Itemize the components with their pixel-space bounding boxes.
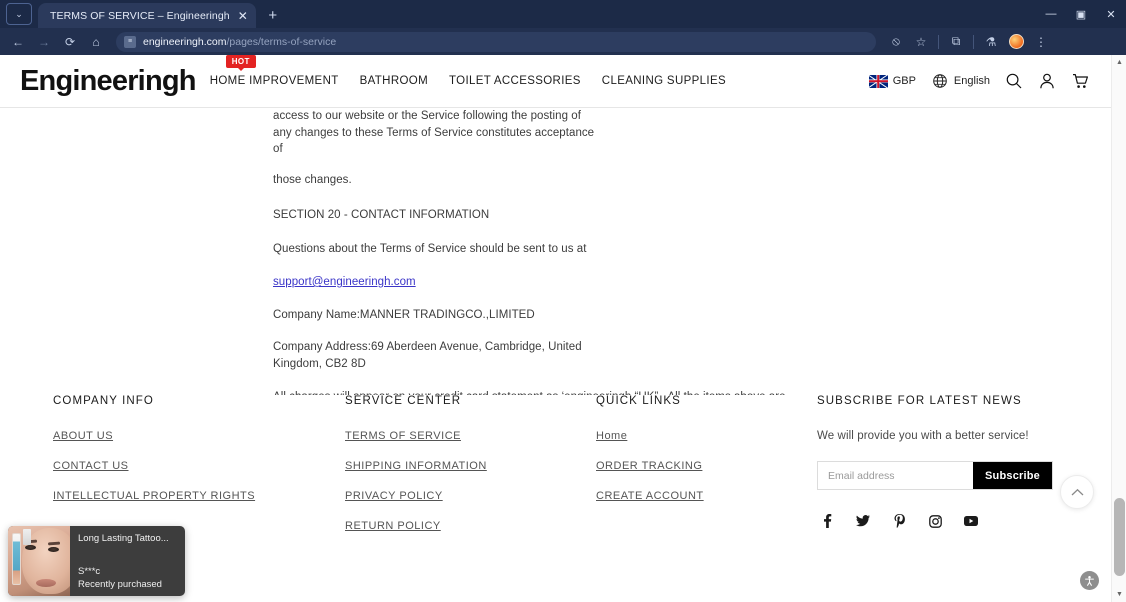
header-utilities: GBP English	[868, 72, 1111, 90]
uk-flag-icon	[868, 74, 888, 88]
scroll-to-top-button[interactable]	[1060, 475, 1094, 509]
hot-badge: HOT	[225, 55, 256, 71]
social-links	[817, 514, 1077, 528]
url-domain: engineeringh.com	[143, 35, 227, 48]
nav-item-bathroom[interactable]: BATHROOM	[360, 75, 428, 87]
scrollbar-up-arrow[interactable]: ▲	[1112, 55, 1126, 70]
footer-link-contact-us[interactable]: CONTACT US	[53, 460, 345, 472]
new-tab-icon[interactable]: +	[262, 4, 284, 26]
footer-column-service-center: SERVICE CENTER TERMS OF SERVICE SHIPPING…	[345, 395, 596, 550]
address-bar[interactable]: ≡ engineeringh.com/pages/terms-of-servic…	[116, 31, 876, 52]
language-selector[interactable]: English	[931, 72, 990, 90]
toolbar-actions: ⦸ ☆ ⧉ ⚗ ⋮	[884, 31, 1053, 53]
footer-link-ip-rights[interactable]: INTELLECTUAL PROPERTY RIGHTS	[53, 490, 345, 502]
company-address: Company Address:69 Aberdeen Avenue, Camb…	[273, 341, 582, 371]
site-settings-icon[interactable]: ≡	[124, 35, 136, 48]
recent-purchase-popup[interactable]: Long Lasting Tattoo... S***c Recently pu…	[8, 526, 185, 596]
subscribe-form: Subscribe	[817, 461, 1053, 490]
profile-avatar[interactable]	[1004, 31, 1028, 53]
footer-link-about-us[interactable]: ABOUT US	[53, 430, 345, 442]
terms-of-service-section: access to our website or the Service fol…	[0, 55, 786, 422]
window-controls: — ▣ ✕	[1036, 0, 1126, 28]
page-content: access to our website or the Service fol…	[0, 55, 1111, 550]
cart-icon[interactable]	[1071, 72, 1089, 90]
subscribe-subtitle: We will provide you with a better servic…	[817, 430, 1029, 442]
accessibility-icon[interactable]	[1080, 571, 1099, 590]
footer-link-terms-of-service[interactable]: TERMS OF SERVICE	[345, 430, 596, 442]
page-scrollbar[interactable]: ▲ ▼	[1111, 55, 1126, 602]
instagram-icon[interactable]	[928, 514, 942, 528]
nav-item-home-improvement[interactable]: HOT HOME IMPROVEMENT	[209, 55, 339, 87]
main-navigation: HOT HOME IMPROVEMENT BATHROOM TOILET ACC…	[209, 55, 726, 87]
footer-link-order-tracking[interactable]: ORDER TRACKING	[596, 460, 817, 472]
questions-text: Questions about the Terms of Service sho…	[273, 243, 587, 256]
clipped-paragraph: access to our website or the Service fol…	[273, 110, 595, 156]
nav-item-toilet-accessories[interactable]: TOILET ACCESSORIES	[449, 75, 581, 87]
footer-heading: SERVICE CENTER	[345, 395, 462, 407]
reload-icon[interactable]: ⟳	[58, 31, 82, 53]
scrollbar-down-arrow[interactable]: ▼	[1112, 587, 1126, 602]
language-label: English	[953, 75, 990, 87]
footer-heading: COMPANY INFO	[53, 395, 154, 407]
popup-username: S***c	[78, 566, 101, 577]
url-path: /pages/terms-of-service	[226, 35, 337, 48]
toolbar-divider	[938, 34, 939, 49]
page-viewport: access to our website or the Service fol…	[0, 55, 1126, 602]
search-icon[interactable]	[1005, 72, 1023, 90]
subscribe-button[interactable]: Subscribe	[973, 462, 1052, 489]
popup-product-title: Long Lasting Tattoo...	[78, 533, 169, 544]
currency-label: GBP	[892, 75, 916, 87]
footer-link-home[interactable]: Home	[596, 430, 817, 442]
product-thumbnail	[8, 526, 70, 596]
facebook-icon[interactable]	[820, 514, 834, 528]
paragraph-continued: those changes.	[273, 174, 352, 187]
subscribe-heading: SUBSCRIBE FOR LATEST NEWS	[817, 395, 1022, 407]
bookmark-star-icon[interactable]: ☆	[909, 31, 933, 53]
footer-column-subscribe: SUBSCRIBE FOR LATEST NEWS We will provid…	[817, 395, 1077, 550]
back-icon[interactable]: ←	[6, 31, 30, 53]
browser-menu-icon[interactable]: ⋮	[1029, 31, 1053, 53]
account-icon[interactable]	[1038, 72, 1056, 90]
address-bar-url: engineeringh.com/pages/terms-of-service	[143, 36, 336, 48]
close-window-icon[interactable]: ✕	[1096, 0, 1126, 28]
browser-toolbar: ← → ⟳ ⌂ ≡ engineeringh.com/pages/terms-o…	[0, 28, 1126, 55]
toolbar-divider	[973, 34, 974, 49]
footer-link-privacy-policy[interactable]: PRIVACY POLICY	[345, 490, 596, 502]
tracking-protection-icon[interactable]: ⦸	[884, 31, 908, 53]
footer-link-shipping-information[interactable]: SHIPPING INFORMATION	[345, 460, 596, 472]
chevron-down-icon[interactable]: ⌄	[6, 3, 32, 25]
globe-icon	[931, 72, 949, 90]
site-header: Engineeringh HOT HOME IMPROVEMENT BATHRO…	[0, 55, 1111, 108]
close-icon[interactable]: ✕	[236, 10, 250, 22]
split-view-icon[interactable]: ⧉	[944, 31, 968, 53]
browser-tab[interactable]: TERMS OF SERVICE – Engineeringh ✕	[38, 3, 256, 28]
popup-status: Recently purchased	[78, 579, 162, 590]
home-icon[interactable]: ⌂	[84, 31, 108, 53]
nav-label: HOME IMPROVEMENT	[209, 75, 339, 87]
pinterest-icon[interactable]	[892, 514, 906, 528]
footer-link-return-policy[interactable]: RETURN POLICY	[345, 520, 596, 532]
footer-column-quick-links: QUICK LINKS Home ORDER TRACKING CREATE A…	[596, 395, 817, 550]
extensions-icon[interactable]: ⚗	[979, 31, 1003, 53]
tab-title: TERMS OF SERVICE – Engineeringh	[50, 9, 230, 22]
company-name: Company Name:MANNER TRADINGCO.,LIMITED	[273, 308, 535, 321]
maximize-icon[interactable]: ▣	[1066, 0, 1096, 28]
youtube-icon[interactable]	[964, 514, 978, 528]
browser-tabstrip: ⌄ TERMS OF SERVICE – Engineeringh ✕ + — …	[0, 0, 1126, 28]
browser-window: ⌄ TERMS OF SERVICE – Engineeringh ✕ + — …	[0, 0, 1126, 602]
section-heading: SECTION 20 - CONTACT INFORMATION	[273, 208, 490, 221]
twitter-icon[interactable]	[856, 514, 870, 528]
scrollbar-thumb[interactable]	[1114, 498, 1125, 576]
popup-text: Long Lasting Tattoo... S***c Recently pu…	[70, 526, 185, 596]
minimize-icon[interactable]: —	[1036, 0, 1066, 28]
footer-heading: QUICK LINKS	[596, 395, 681, 407]
support-email-link[interactable]: support@engineeringh.com	[273, 276, 416, 288]
forward-icon[interactable]: →	[32, 31, 56, 53]
footer-link-create-account[interactable]: CREATE ACCOUNT	[596, 490, 817, 502]
email-input[interactable]	[818, 462, 973, 489]
site-logo[interactable]: Engineeringh	[20, 65, 196, 98]
currency-selector[interactable]: GBP	[868, 74, 916, 88]
nav-item-cleaning-supplies[interactable]: CLEANING SUPPLIES	[602, 75, 726, 87]
